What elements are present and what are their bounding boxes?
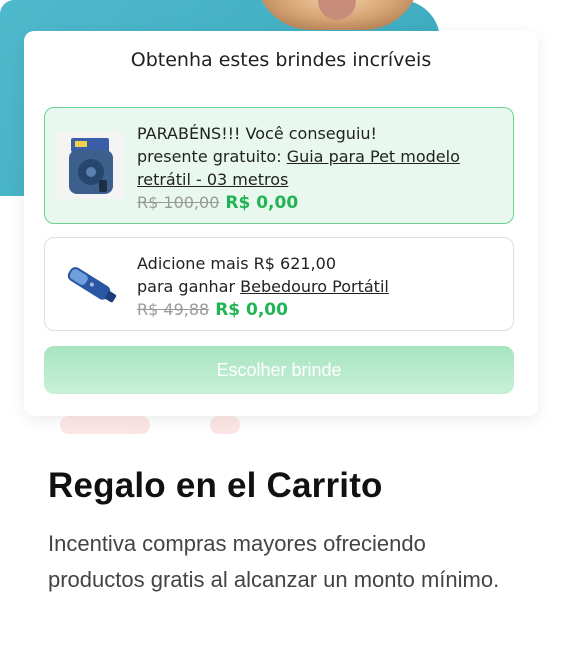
free-price: R$ 0,00 <box>215 300 288 320</box>
free-gift-widget: Obtenha estes brindes incríveis PARABÉNS… <box>24 31 538 416</box>
feature-description: Incentiva compras mayores ofreciendo pro… <box>48 531 500 592</box>
retractable-leash-icon <box>57 132 124 199</box>
offer-prefix: para ganhar <box>137 277 241 296</box>
widget-title: Obtenha estes brindes incríveis <box>130 49 432 71</box>
offer-message: PARABÉNS!!! Você conseguiu! <box>137 124 377 143</box>
offer-prefix: presente gratuito: <box>137 147 287 166</box>
gift-offer-unlocked[interactable]: PARABÉNS!!! Você conseguiu! presente gra… <box>44 107 514 224</box>
old-price: R$ 100,00 <box>137 193 220 212</box>
offer-message: Adicione mais R$ 621,00 <box>137 254 336 273</box>
free-price: R$ 0,00 <box>225 193 299 213</box>
portable-water-bottle-icon <box>57 250 124 317</box>
faded-background-element <box>60 416 280 436</box>
gift-product-link[interactable]: Bebedouro Portátil <box>240 277 389 296</box>
feature-heading: Regalo en el Carrito <box>48 466 383 505</box>
old-price: R$ 49,88 <box>137 300 210 319</box>
offer-text: PARABÉNS!!! Você conseguiu! presente gra… <box>137 122 513 215</box>
choose-gift-button[interactable]: Escolher brinde <box>44 346 514 394</box>
offer-text: Adicione mais R$ 621,00 para ganhar Bebe… <box>137 252 389 322</box>
gift-offer-locked[interactable]: Adicione mais R$ 621,00 para ganhar Bebe… <box>44 237 514 331</box>
